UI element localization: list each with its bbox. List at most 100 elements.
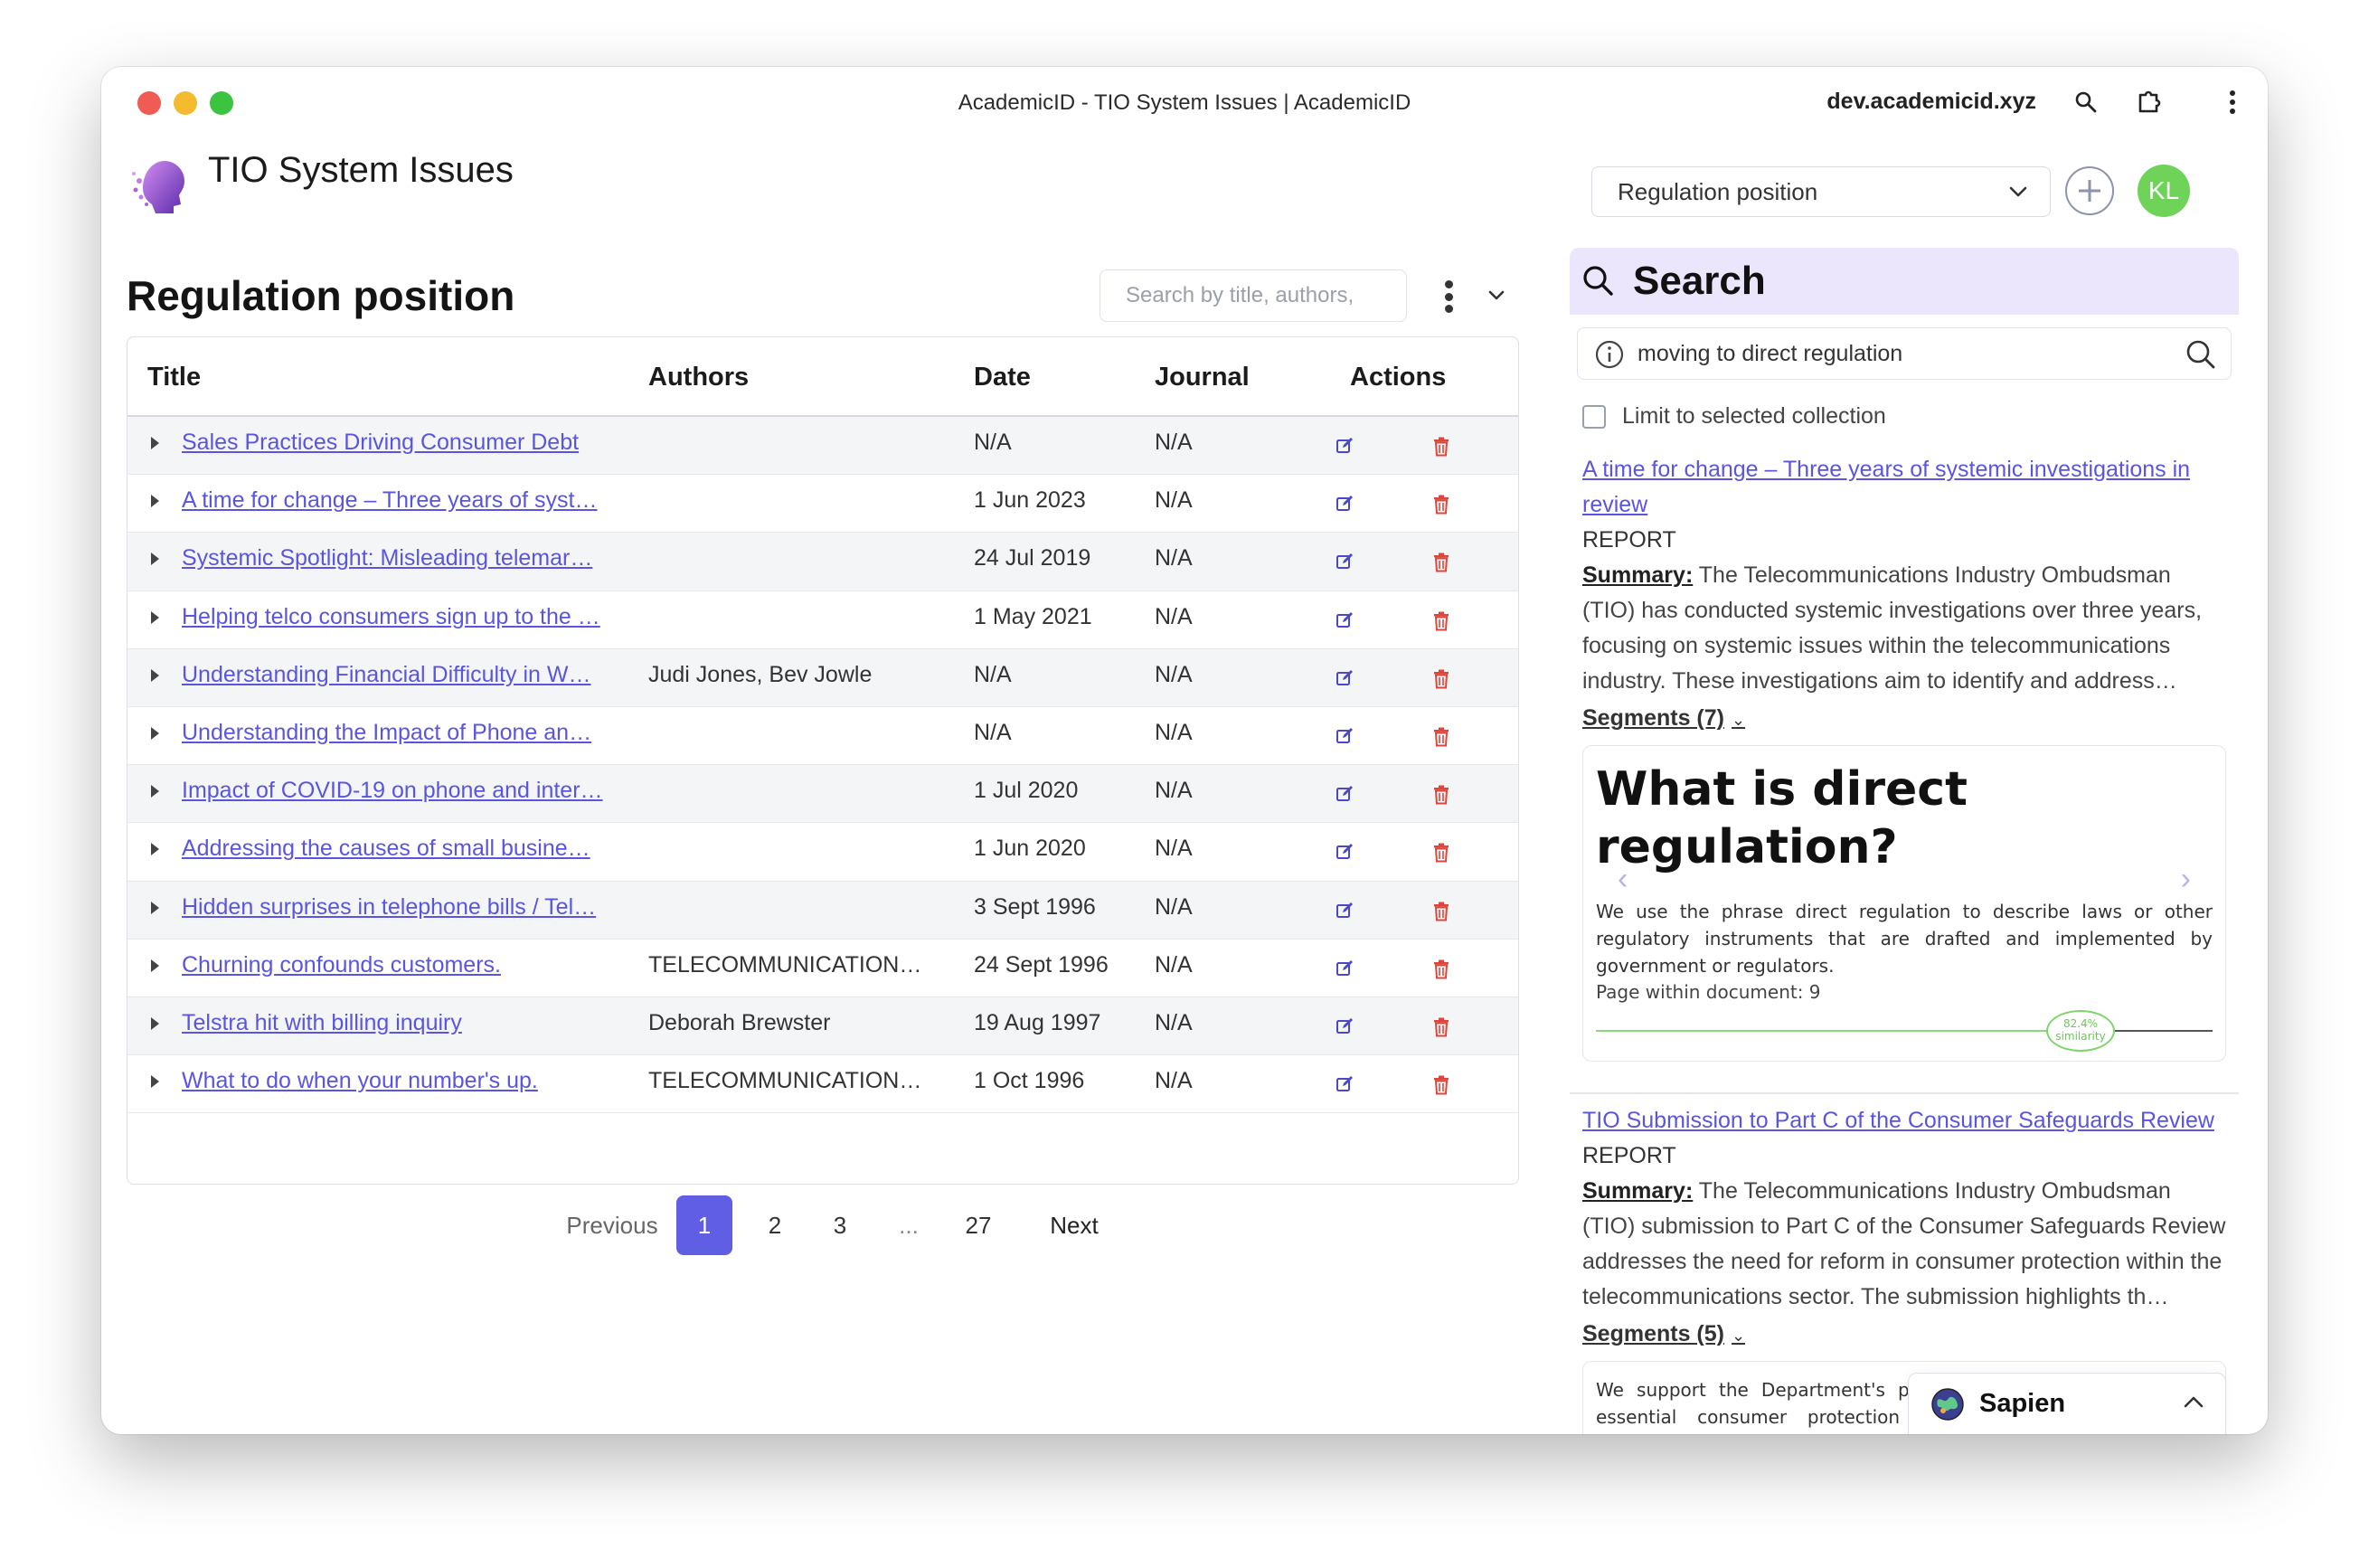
chevron-down-icon[interactable]	[1483, 282, 1510, 309]
segments-toggle[interactable]: Segments (7) ⌄	[1582, 701, 2228, 738]
browser-window: AcademicID - TIO System Issues | Academi…	[101, 67, 2268, 1434]
column-header-date[interactable]: Date	[974, 363, 1031, 392]
edit-icon[interactable]	[1336, 843, 1354, 861]
segments-label: Segments (5)	[1582, 1321, 1724, 1346]
chevron-left-icon[interactable]: ‹	[1618, 862, 1628, 897]
expand-row-icon[interactable]	[151, 901, 159, 914]
expand-row-icon[interactable]	[151, 843, 159, 856]
column-header-actions: Actions	[1350, 363, 1447, 392]
trash-icon[interactable]	[1433, 843, 1449, 863]
sapien-assistant-bar[interactable]: Sapien	[1908, 1373, 2226, 1434]
edit-icon[interactable]	[1336, 495, 1354, 513]
document-journal: N/A	[1155, 430, 1193, 455]
expand-row-icon[interactable]	[151, 785, 159, 798]
trash-icon[interactable]	[1433, 727, 1449, 747]
document-title-link[interactable]: Sales Practices Driving Consumer Debt	[182, 430, 607, 456]
checkbox-box[interactable]	[1582, 404, 1606, 429]
document-title-link[interactable]: A time for change – Three years of syst…	[182, 487, 607, 514]
collection-select[interactable]: Regulation position	[1591, 166, 2051, 217]
next-page-button[interactable]: Next	[1029, 1195, 1119, 1255]
chevron-up-icon[interactable]	[2182, 1393, 2205, 1412]
page-button-1[interactable]: 1	[676, 1195, 732, 1255]
edit-icon[interactable]	[1336, 727, 1354, 745]
previous-page-button[interactable]: Previous	[553, 1195, 671, 1255]
document-title-link[interactable]: Impact of COVID-19 on phone and inter…	[182, 778, 607, 804]
document-title-link[interactable]: Hidden surprises in telephone bills / Te…	[182, 894, 607, 921]
semantic-search-input[interactable]: moving to direct regulation	[1577, 327, 2232, 380]
edit-icon[interactable]	[1336, 437, 1354, 455]
document-authors: TELECOMMUNICATIONS I…	[648, 1068, 929, 1094]
chevron-right-icon[interactable]: ›	[2181, 862, 2191, 897]
document-title-link[interactable]: Addressing the causes of small busine…	[182, 836, 607, 862]
document-title-link[interactable]: Churning confounds customers.	[182, 952, 607, 978]
edit-icon[interactable]	[1336, 1017, 1354, 1035]
limit-collection-checkbox[interactable]: Limit to selected collection	[1582, 403, 1886, 430]
expand-row-icon[interactable]	[151, 1075, 159, 1089]
expand-row-icon[interactable]	[151, 1016, 159, 1030]
trash-icon[interactable]	[1433, 902, 1449, 921]
trash-icon[interactable]	[1433, 495, 1449, 515]
edit-icon[interactable]	[1336, 669, 1354, 687]
page-button-2[interactable]: 2	[752, 1195, 798, 1255]
result-title-link[interactable]: A time for change – Three years of syste…	[1582, 452, 2228, 523]
zoom-icon[interactable]	[2069, 85, 2103, 119]
trash-icon[interactable]	[1433, 611, 1449, 631]
app-title: TIO System Issues	[208, 150, 514, 190]
expand-row-icon[interactable]	[151, 726, 159, 740]
edit-icon[interactable]	[1336, 553, 1354, 571]
edit-icon[interactable]	[1336, 1075, 1354, 1093]
trash-icon[interactable]	[1433, 437, 1449, 457]
search-query-text: moving to direct regulation	[1638, 340, 1903, 366]
trash-icon[interactable]	[1433, 553, 1449, 572]
title-bar: AcademicID - TIO System Issues | Academi…	[101, 67, 2268, 141]
search-icon[interactable]	[2184, 337, 2218, 372]
extensions-icon[interactable]	[2132, 85, 2166, 119]
table-row: Addressing the causes of small busine… 1…	[127, 823, 1518, 882]
trash-icon[interactable]	[1433, 959, 1449, 979]
table-row: Systemic Spotlight: Misleading telemar… …	[127, 533, 1518, 591]
edit-icon[interactable]	[1336, 611, 1354, 629]
result-divider	[1570, 1092, 2239, 1094]
table-search-placeholder: Search by title, authors,	[1126, 283, 1354, 307]
browser-menu-icon[interactable]	[2215, 85, 2250, 119]
document-title-link[interactable]: Understanding the Impact of Phone an…	[182, 720, 607, 746]
segments-label: Segments (7)	[1582, 705, 1724, 731]
column-header-authors[interactable]: Authors	[648, 363, 749, 392]
document-title-link[interactable]: Systemic Spotlight: Misleading telemar…	[182, 545, 607, 571]
expand-row-icon[interactable]	[151, 437, 159, 449]
domain-label[interactable]: dev.academicid.xyz	[1826, 89, 2036, 115]
document-journal: N/A	[1155, 1009, 1193, 1035]
expand-row-icon[interactable]	[151, 668, 159, 682]
expand-row-icon[interactable]	[151, 553, 159, 566]
edit-icon[interactable]	[1336, 785, 1354, 803]
expand-row-icon[interactable]	[151, 495, 159, 508]
assistant-name: Sapien	[1979, 1389, 2066, 1418]
user-avatar[interactable]: KL	[2138, 165, 2190, 217]
column-header-title[interactable]: Title	[147, 363, 201, 392]
trash-icon[interactable]	[1433, 669, 1449, 689]
table-search-input[interactable]: Search by title, authors,	[1100, 269, 1407, 322]
add-button[interactable]	[2065, 166, 2114, 215]
app-logo[interactable]	[128, 154, 193, 219]
document-title-link[interactable]: Helping telco consumers sign up to the …	[182, 604, 607, 630]
result-title-link[interactable]: TIO Submission to Part C of the Consumer…	[1582, 1103, 2228, 1138]
column-header-journal[interactable]: Journal	[1155, 363, 1250, 392]
chevron-down-icon	[2009, 186, 2027, 197]
document-authors: TELECOMMUNICATIONS I…	[648, 951, 929, 978]
document-title-link[interactable]: Understanding Financial Difficulty in W…	[182, 662, 607, 688]
segments-toggle[interactable]: Segments (5) ⌄	[1582, 1317, 2228, 1354]
edit-icon[interactable]	[1336, 902, 1354, 920]
table-options-icon[interactable]	[1436, 277, 1461, 316]
expand-row-icon[interactable]	[151, 959, 159, 972]
document-journal: N/A	[1155, 661, 1193, 687]
page-button-27[interactable]: 27	[951, 1195, 1005, 1255]
expand-row-icon[interactable]	[151, 610, 159, 624]
trash-icon[interactable]	[1433, 1075, 1449, 1095]
edit-icon[interactable]	[1336, 959, 1354, 978]
trash-icon[interactable]	[1433, 785, 1449, 805]
info-icon[interactable]	[1594, 339, 1625, 370]
document-title-link[interactable]: Telstra hit with billing inquiry	[182, 1010, 607, 1036]
page-button-3[interactable]: 3	[817, 1195, 863, 1255]
document-title-link[interactable]: What to do when your number's up.	[182, 1068, 607, 1094]
trash-icon[interactable]	[1433, 1017, 1449, 1037]
